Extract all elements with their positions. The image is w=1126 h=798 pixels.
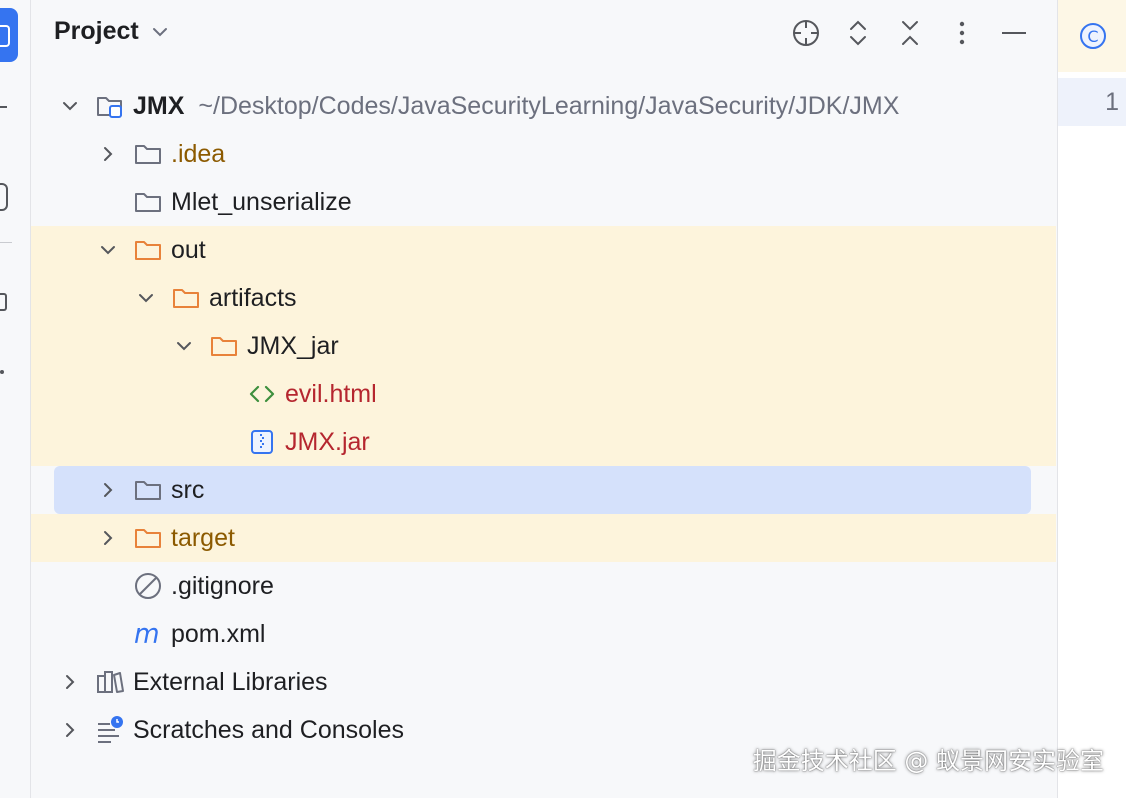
tool-window-strip [0, 0, 31, 798]
folder-icon [133, 475, 163, 505]
tree-item-label: .gitignore [171, 571, 274, 600]
chevron-right-icon[interactable] [97, 143, 119, 165]
more-tools-icon[interactable] [0, 370, 4, 374]
tree-item-label: .idea [171, 139, 226, 168]
commit-tool-icon[interactable] [0, 106, 7, 108]
tree-item-mlet-unserialize[interactable]: Mlet_unserialize [133, 178, 352, 226]
locate-icon[interactable] [789, 16, 823, 50]
tree-item-external-libraries[interactable]: External Libraries [59, 658, 328, 706]
tree-item-src[interactable]: src [97, 466, 204, 514]
vcs-tool-icon[interactable] [0, 183, 8, 211]
folder-icon [133, 187, 163, 217]
tree-item-label: JMX.jar [285, 427, 370, 456]
svg-text:m: m [134, 619, 160, 649]
tree-item-label: artifacts [209, 283, 297, 312]
panel-title: Project [54, 17, 139, 45]
excluded-folder-icon [171, 283, 201, 313]
svg-text:C: C [1087, 27, 1098, 46]
hide-panel-icon[interactable] [997, 16, 1031, 50]
tree-item-root[interactable]: JMX ~/Desktop/Codes/JavaSecurityLearning… [59, 82, 899, 130]
scratches-icon [95, 715, 125, 745]
tree-item-jmx-jar-folder[interactable]: JMX_jar [173, 322, 339, 370]
excluded-folder-icon [133, 523, 163, 553]
excluded-folder-icon [209, 331, 239, 361]
folder-icon [133, 139, 163, 169]
panel-header: Project [31, 0, 1056, 66]
chevron-down-icon[interactable] [135, 287, 157, 309]
tree-item-evil-html[interactable]: evil.html [247, 370, 377, 418]
html-file-icon [247, 379, 277, 409]
tree-item-label: Scratches and Consoles [133, 715, 404, 744]
tree-item-jmx-jar[interactable]: JMX.jar [247, 418, 370, 466]
chevron-right-icon[interactable] [97, 479, 119, 501]
chevron-down-icon[interactable] [173, 335, 195, 357]
structure-tool-icon[interactable] [0, 293, 7, 311]
tree-item-label: src [171, 475, 205, 504]
tree-item-label: evil.html [285, 379, 377, 408]
options-menu-icon[interactable] [945, 16, 979, 50]
tree-item-idea[interactable]: .idea [97, 130, 225, 178]
editor-area: C 1 [1057, 0, 1126, 798]
class-file-icon: C [1079, 23, 1106, 49]
maven-file-icon: m [133, 619, 163, 649]
chevron-down-icon[interactable] [59, 95, 81, 117]
tree-item-label: External Libraries [133, 667, 328, 696]
tree-item-label: Mlet_unserialize [171, 187, 352, 216]
tree-item-out[interactable]: out [97, 226, 206, 274]
chevron-right-icon[interactable] [97, 527, 119, 549]
editor-tab[interactable]: C [1058, 0, 1126, 72]
tree-item-label: JMX [133, 91, 185, 120]
tree-item-pom-xml[interactable]: m pom.xml [133, 610, 266, 658]
ignore-file-icon [133, 571, 163, 601]
tree-item-label: JMX_jar [247, 331, 339, 360]
chevron-right-icon[interactable] [59, 671, 81, 693]
chevron-down-icon[interactable] [97, 239, 119, 261]
line-number: 1 [1105, 88, 1119, 116]
expand-all-icon[interactable] [841, 16, 875, 50]
chevron-down-icon [152, 27, 167, 36]
tree-item-label: out [171, 235, 206, 264]
root-path: ~/Desktop/Codes/JavaSecurityLearning/Jav… [198, 91, 900, 120]
project-panel: Project JMX ~/Desktop/Codes/JavaSecurity… [31, 0, 1056, 798]
tree-item-label: target [171, 523, 235, 552]
library-icon [95, 667, 125, 697]
tree-item-label: pom.xml [171, 619, 266, 648]
tree-item-target[interactable]: target [97, 514, 235, 562]
project-view-selector[interactable]: Project [54, 17, 171, 46]
tree-item-scratches-and-consoles[interactable]: Scratches and Consoles [59, 706, 404, 754]
collapse-all-icon[interactable] [893, 16, 927, 50]
module-folder-icon [95, 91, 125, 121]
tree-item-gitignore[interactable]: .gitignore [133, 562, 274, 610]
project-tool-button[interactable] [0, 8, 18, 62]
chevron-right-icon[interactable] [59, 719, 81, 741]
tree-item-artifacts[interactable]: artifacts [135, 274, 297, 322]
excluded-folder-icon [133, 235, 163, 265]
watermark: 掘金技术社区 @ 蚁景网安实验室 [752, 747, 1104, 775]
archive-file-icon [247, 427, 277, 457]
strip-divider [0, 242, 12, 243]
